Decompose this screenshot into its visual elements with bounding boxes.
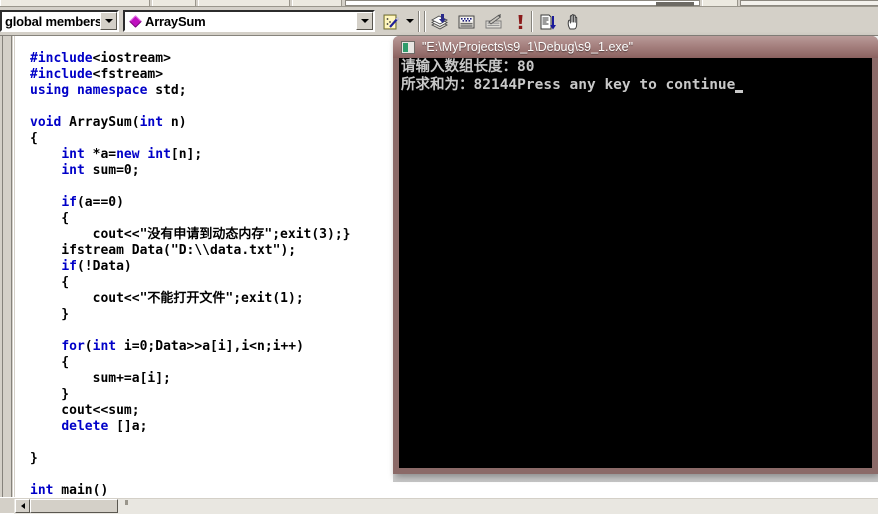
wizardbar-actions-arrow[interactable] [401,12,418,30]
toolbar-field [740,0,878,6]
scrollbar-thumb[interactable] [30,499,118,513]
editor-horizontal-scrollbar[interactable] [0,497,878,514]
insert-breakpoint-button[interactable] [563,11,586,33]
global-members-combo-value: global members [5,13,102,29]
upper-toolbar-strip [0,0,878,7]
program-output-console[interactable]: "E:\MyProjects\s9_1\Debug\s9_1.exe" 请输入数… [393,36,878,474]
toolbar-segment [198,0,290,6]
execute-program-button[interactable] [509,11,532,33]
console-output-area[interactable]: 请输入数组长度：80 所求和为：82144Press any key to co… [399,58,872,468]
member-function-combo-arrow[interactable] [356,12,373,30]
toolbar-separator [418,11,420,32]
toolbar-segment [702,0,738,6]
console-cursor [735,90,744,93]
toolbar-segment [152,0,196,6]
toolbar-field [345,0,700,6]
console-line-text: 所求和为：82144Press any key to continue [401,77,736,93]
member-function-combo-value: ArraySum [145,13,206,29]
triangle-left-icon [20,503,25,509]
go-button[interactable] [536,11,559,33]
console-line: 所求和为：82144Press any key to continue [399,76,872,94]
exclamation-icon [518,15,523,29]
toolbar-field-thumb [656,2,694,6]
wizardbar-toolbar: global members ArraySum [0,7,878,36]
wizardbar-actions-button[interactable] [379,11,402,33]
toolbar-separator [424,11,426,32]
global-members-combo-arrow[interactable] [100,12,117,30]
console-title-text: "E:\MyProjects\s9_1\Debug\s9_1.exe" [422,40,634,54]
build-icon [458,15,475,29]
scroll-left-button[interactable] [15,499,30,513]
build-button[interactable] [455,11,478,33]
toolbar-segment [0,0,150,6]
stop-build-button[interactable] [482,11,505,33]
console-title-bar[interactable]: "E:\MyProjects\s9_1\Debug\s9_1.exe" [393,36,878,58]
scrollbar-marker [125,500,128,505]
chevron-down-icon [104,19,113,23]
scrollbar-track[interactable] [14,499,878,514]
notepad-wand-icon [383,14,399,30]
document-arrow-icon [540,14,556,30]
toolbar-separator [531,11,533,32]
chevron-down-icon [360,19,369,23]
member-function-combo[interactable]: ArraySum [123,10,375,32]
console-app-icon [401,40,415,54]
editor-gutter-inner [2,36,12,497]
toolbar-segment [292,0,342,6]
hand-icon [567,14,578,30]
chevron-down-icon [405,19,414,23]
editor-gutter [0,36,14,497]
magenta-diamond-icon [129,14,142,28]
console-line: 请输入数组长度：80 [401,59,535,75]
compile-button[interactable] [428,11,451,33]
stop-build-icon [485,14,502,29]
source-code-text[interactable]: #include<iostream> #include<fstream> usi… [30,51,351,497]
compile-icon [431,14,448,30]
